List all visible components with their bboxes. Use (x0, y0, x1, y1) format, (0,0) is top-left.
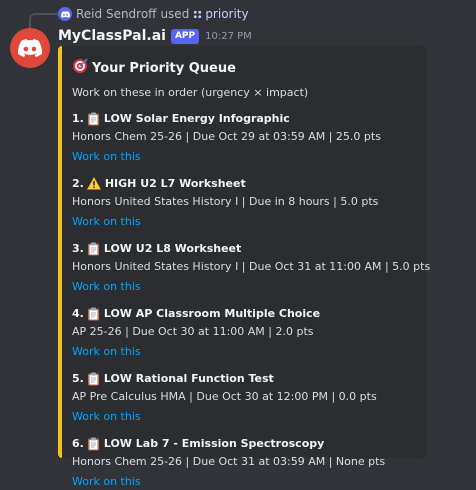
command-reply-header: Reid Sendroff used priority (58, 5, 249, 23)
command-icon (193, 9, 203, 19)
task-number: 3. (72, 242, 84, 255)
reply-used-text: used (160, 7, 190, 21)
task-details: Honors Chem 25-26 | Due Oct 31 at 03:59 … (72, 455, 386, 468)
task-number: 2. (72, 177, 84, 190)
task-list: 1. LOW Solar Energy Infographic Honors Che… (72, 111, 431, 490)
reply-username[interactable]: Reid Sendroff (76, 7, 156, 21)
work-on-this-link[interactable]: Work on this (72, 214, 141, 230)
discord-logo-icon[interactable] (58, 7, 72, 21)
task-item: 2. HIGH U2 L7 Worksheet Honors United Stat… (72, 176, 414, 230)
task-details: AP 25-26 | Due Oct 30 at 11:00 AM | 2.0 … (72, 325, 314, 338)
task-title: LOW Rational Function Test (103, 372, 274, 385)
task-number: 5. (72, 372, 84, 385)
task-number: 1. (72, 112, 84, 125)
work-on-this-link[interactable]: Work on this (72, 474, 141, 490)
target-icon (72, 58, 88, 78)
reply-connector (29, 13, 61, 29)
task-details: Honors United States History I | Due Oct… (72, 260, 431, 273)
clipboard-icon (87, 307, 100, 321)
clipboard-icon (87, 112, 100, 126)
work-on-this-link[interactable]: Work on this (72, 279, 141, 295)
bot-username[interactable]: MyClassPal.ai (58, 28, 166, 44)
bot-avatar[interactable] (10, 28, 50, 68)
task-title-row: 1. LOW Solar Energy Infographic (72, 111, 414, 126)
task-item: 6. LOW Lab 7 - Emission Spectroscopy Honor… (72, 436, 414, 490)
task-item: 4. LOW AP Classroom Multiple Choice AP 25-… (72, 306, 414, 360)
task-item: 3. LOW U2 L8 Worksheet Honors United State… (72, 241, 431, 295)
task-number: 4. (72, 307, 84, 320)
clipboard-icon (87, 437, 100, 451)
embed-title: Your Priority Queue (72, 58, 414, 78)
warning-icon (86, 177, 101, 190)
task-number: 6. (72, 437, 84, 450)
work-on-this-link[interactable]: Work on this (72, 409, 141, 425)
discord-logo-icon (18, 39, 42, 57)
task-title: LOW U2 L8 Worksheet (103, 242, 242, 255)
app-badge: APP (170, 28, 200, 44)
embed-description: Work on these in order (urgency × impact… (72, 86, 309, 99)
message-timestamp: 10:27 PM (205, 30, 252, 42)
work-on-this-link[interactable]: Work on this (72, 149, 141, 165)
clipboard-icon (87, 372, 100, 386)
task-details: Honors United States History I | Due in … (72, 195, 379, 208)
task-title: LOW AP Classroom Multiple Choice (103, 307, 321, 320)
task-title-row: 6. LOW Lab 7 - Emission Spectroscopy (72, 436, 414, 451)
task-details: AP Pre Calculus HMA | Due Oct 30 at 12:0… (72, 390, 377, 403)
priority-queue-embed: Your Priority Queue Work on these in ord… (58, 46, 430, 488)
work-on-this-link[interactable]: Work on this (72, 344, 141, 360)
command-name: priority (205, 7, 249, 21)
task-item: 5. LOW Rational Function Test AP Pre Calcu… (72, 371, 414, 425)
task-title-row: 5. LOW Rational Function Test (72, 371, 414, 386)
task-title-row: 3. LOW U2 L8 Worksheet (72, 241, 414, 256)
embed-title-text: Your Priority Queue (92, 60, 236, 76)
task-title-row: 2. HIGH U2 L7 Worksheet (72, 176, 414, 191)
task-item: 1. LOW Solar Energy Infographic Honors Che… (72, 111, 414, 165)
task-title: LOW Solar Energy Infographic (103, 112, 290, 125)
clipboard-icon (87, 242, 100, 256)
task-title-row: 4. LOW AP Classroom Multiple Choice (72, 306, 414, 321)
slash-command[interactable]: priority (193, 7, 249, 21)
task-title: HIGH U2 L7 Worksheet (104, 177, 246, 190)
message-header: MyClassPal.ai APP 10:27 PM (58, 26, 252, 46)
task-title: LOW Lab 7 - Emission Spectroscopy (103, 437, 325, 450)
task-details: Honors Chem 25-26 | Due Oct 29 at 03:59 … (72, 130, 381, 143)
